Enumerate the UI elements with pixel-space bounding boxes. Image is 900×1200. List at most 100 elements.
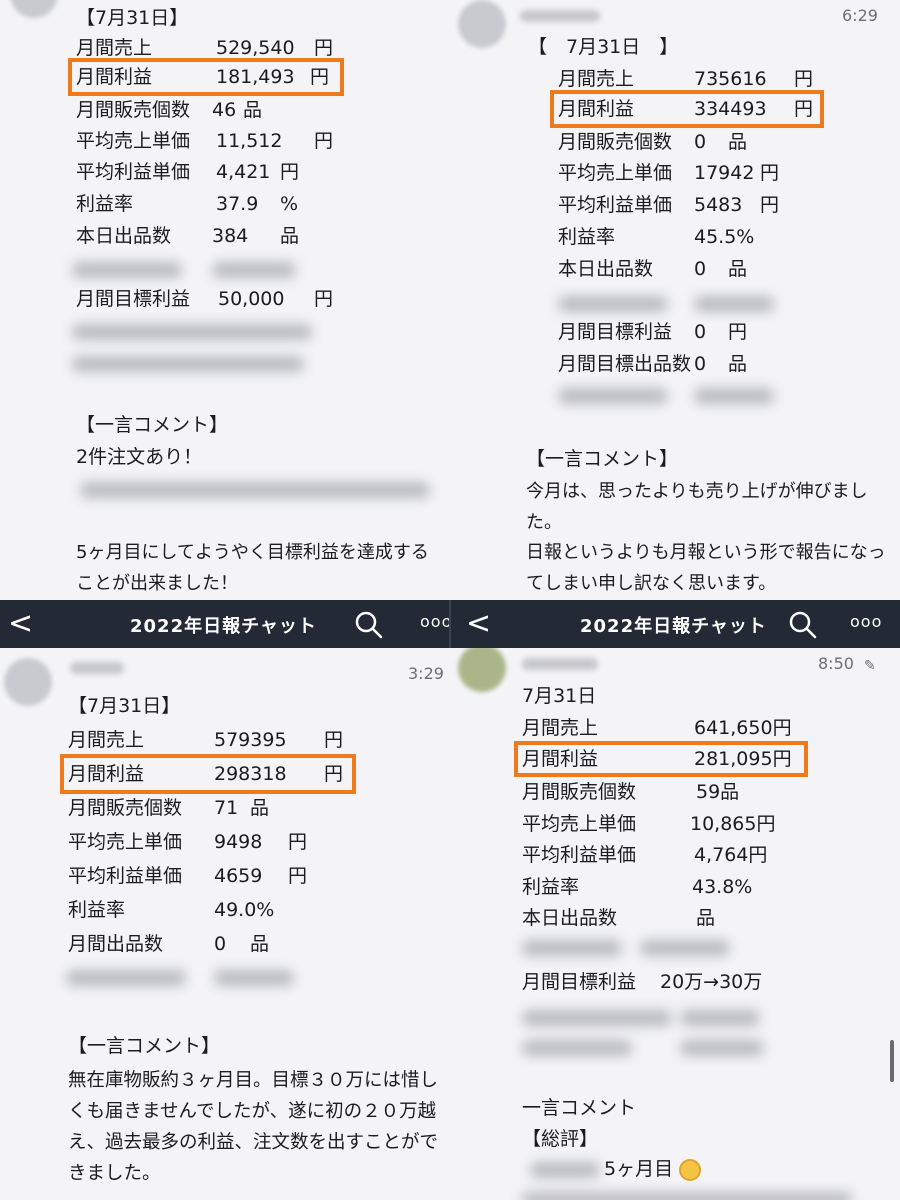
- row-label: 月間目標出品数: [558, 353, 692, 375]
- row-value: 4,421: [216, 161, 271, 183]
- comment-text: 5ヶ月目にしてようやく目標利益を達成することが出来ました！: [76, 542, 429, 594]
- scrollbar[interactable]: [890, 1040, 894, 1082]
- row-value: 735616: [694, 68, 767, 90]
- row-value: 17942: [694, 162, 755, 184]
- chat-panel-bottom-left: 3:29 【7月31日】 月間売上 579395 円 月間利益 298318 円…: [0, 600, 450, 1200]
- more-options-icon[interactable]: ooo: [850, 612, 882, 631]
- blurred-row: [72, 324, 312, 340]
- row-label: 平均利益単価: [558, 194, 673, 216]
- blurred-row: [522, 1010, 672, 1026]
- row-unit: 円: [324, 729, 344, 751]
- row-value: 4659: [214, 865, 263, 887]
- row-unit: 円: [760, 162, 780, 184]
- review-header: 【総評】: [522, 1128, 599, 1150]
- blurred-row: [558, 388, 668, 404]
- row-value: 71: [214, 797, 239, 819]
- row-label: 利益率: [522, 876, 580, 898]
- row-value: 298318: [214, 763, 287, 785]
- row-unit: 円: [794, 68, 814, 90]
- row-label: 利益率: [76, 193, 134, 215]
- blurred-row: [694, 388, 774, 404]
- blurred-row: [680, 1010, 760, 1026]
- row-value: 品: [696, 907, 716, 929]
- row-label: 月間売上: [558, 68, 635, 90]
- blurred-row: [640, 940, 730, 956]
- more-options-icon[interactable]: ooo: [420, 612, 452, 631]
- row-label: 平均売上単価: [76, 130, 191, 152]
- back-chevron-icon[interactable]: <: [8, 606, 33, 642]
- sender-name: [522, 658, 598, 670]
- avatar[interactable]: [4, 658, 52, 706]
- chat-title: 2022年日報チャット: [130, 616, 317, 637]
- row-value: 59品: [696, 781, 740, 803]
- row-value: 281,095円: [694, 748, 792, 770]
- comment-text: 日報というよりも月報という形で報告になってしまい申し訳なく思います。: [526, 542, 886, 594]
- row-value: 5483: [694, 194, 743, 216]
- chat-title: 2022年日報チャット: [580, 616, 767, 637]
- blurred-row: [214, 970, 294, 986]
- row-value: 334493: [694, 98, 767, 120]
- chat-panel-top-right: 6:29 【 7月31日 】 月間売上 735616 円 月間利益 334493…: [450, 0, 900, 600]
- report-date: 【7月31日】: [68, 695, 181, 717]
- comment-text: 2件注文あり！: [76, 446, 203, 468]
- navbar-right: < 2022年日報チャット ooo: [450, 600, 900, 648]
- comment-header: 【一言コメント】: [68, 1035, 221, 1057]
- row-unit: 品: [250, 933, 270, 955]
- back-chevron-icon[interactable]: <: [466, 606, 491, 642]
- avatar[interactable]: [10, 0, 58, 18]
- row-value: 43.8%: [692, 876, 753, 898]
- row-value: 641,650円: [694, 717, 792, 739]
- row-label: 本日出品数: [558, 258, 654, 280]
- comment-header: 【一言コメント】: [526, 448, 679, 470]
- row-unit: 品: [728, 353, 748, 375]
- row-unit: 品: [243, 99, 263, 121]
- comment-text: 無在庫物販約３ヶ月目。目標３０万には惜しくも届きませんでしたが、遂に初の２０万越…: [68, 1070, 439, 1184]
- blurred-row: [80, 482, 430, 498]
- row-unit: 円: [760, 194, 780, 216]
- avatar[interactable]: [458, 644, 506, 692]
- comment-text: 今月は、思ったよりも売り上げが伸びました。: [526, 481, 868, 533]
- sender-name: [520, 10, 600, 22]
- row-label: 平均利益単価: [68, 865, 183, 887]
- row-value: 0: [214, 933, 227, 955]
- row-unit: %: [280, 193, 299, 215]
- edit-pencil-icon[interactable]: ✎: [864, 658, 876, 674]
- row-label: 月間出品数: [68, 933, 164, 955]
- row-value: 384: [212, 225, 249, 247]
- row-label: 月間販売個数: [76, 99, 191, 121]
- search-icon[interactable]: [788, 610, 818, 640]
- row-label: 月間目標利益: [558, 321, 673, 343]
- blurred-row: [680, 1040, 764, 1056]
- blurred-row: [212, 262, 296, 278]
- row-label: 利益率: [68, 899, 126, 921]
- blurred-row: [522, 940, 622, 956]
- search-icon[interactable]: [354, 610, 384, 640]
- blurred-row: [72, 262, 182, 278]
- row-unit: 円: [310, 66, 330, 88]
- review-text: 5ヶ月目: [604, 1157, 702, 1181]
- row-label: 平均売上単価: [558, 162, 673, 184]
- row-label: 月間販売個数: [68, 797, 183, 819]
- row-unit: 円: [324, 763, 344, 785]
- row-label: 月間売上: [76, 37, 153, 59]
- row-unit: 円: [280, 161, 300, 183]
- blurred-row: [558, 296, 668, 312]
- row-label: 平均売上単価: [68, 831, 183, 853]
- row-label: 利益率: [558, 226, 616, 248]
- row-value: 0: [694, 353, 707, 375]
- comment-header: 一言コメント: [522, 1097, 637, 1119]
- row-unit: 円: [794, 98, 814, 120]
- message-time: 8:50: [818, 654, 854, 673]
- row-value: 4,764円: [694, 844, 768, 866]
- row-unit: 円: [728, 321, 748, 343]
- message-time: 3:29: [408, 664, 444, 683]
- row-label: 月間販売個数: [522, 781, 637, 803]
- row-label: 月間販売個数: [558, 131, 673, 153]
- avatar[interactable]: [458, 0, 506, 48]
- chat-navbar: < 2022年日報チャット ooo < 2022年日報チャット ooo: [0, 600, 900, 648]
- row-value: 50,000: [218, 288, 285, 310]
- row-value: 49.0%: [214, 899, 275, 921]
- blurred-row: [72, 356, 304, 372]
- row-unit: 円: [314, 288, 334, 310]
- row-value: 0: [694, 258, 707, 280]
